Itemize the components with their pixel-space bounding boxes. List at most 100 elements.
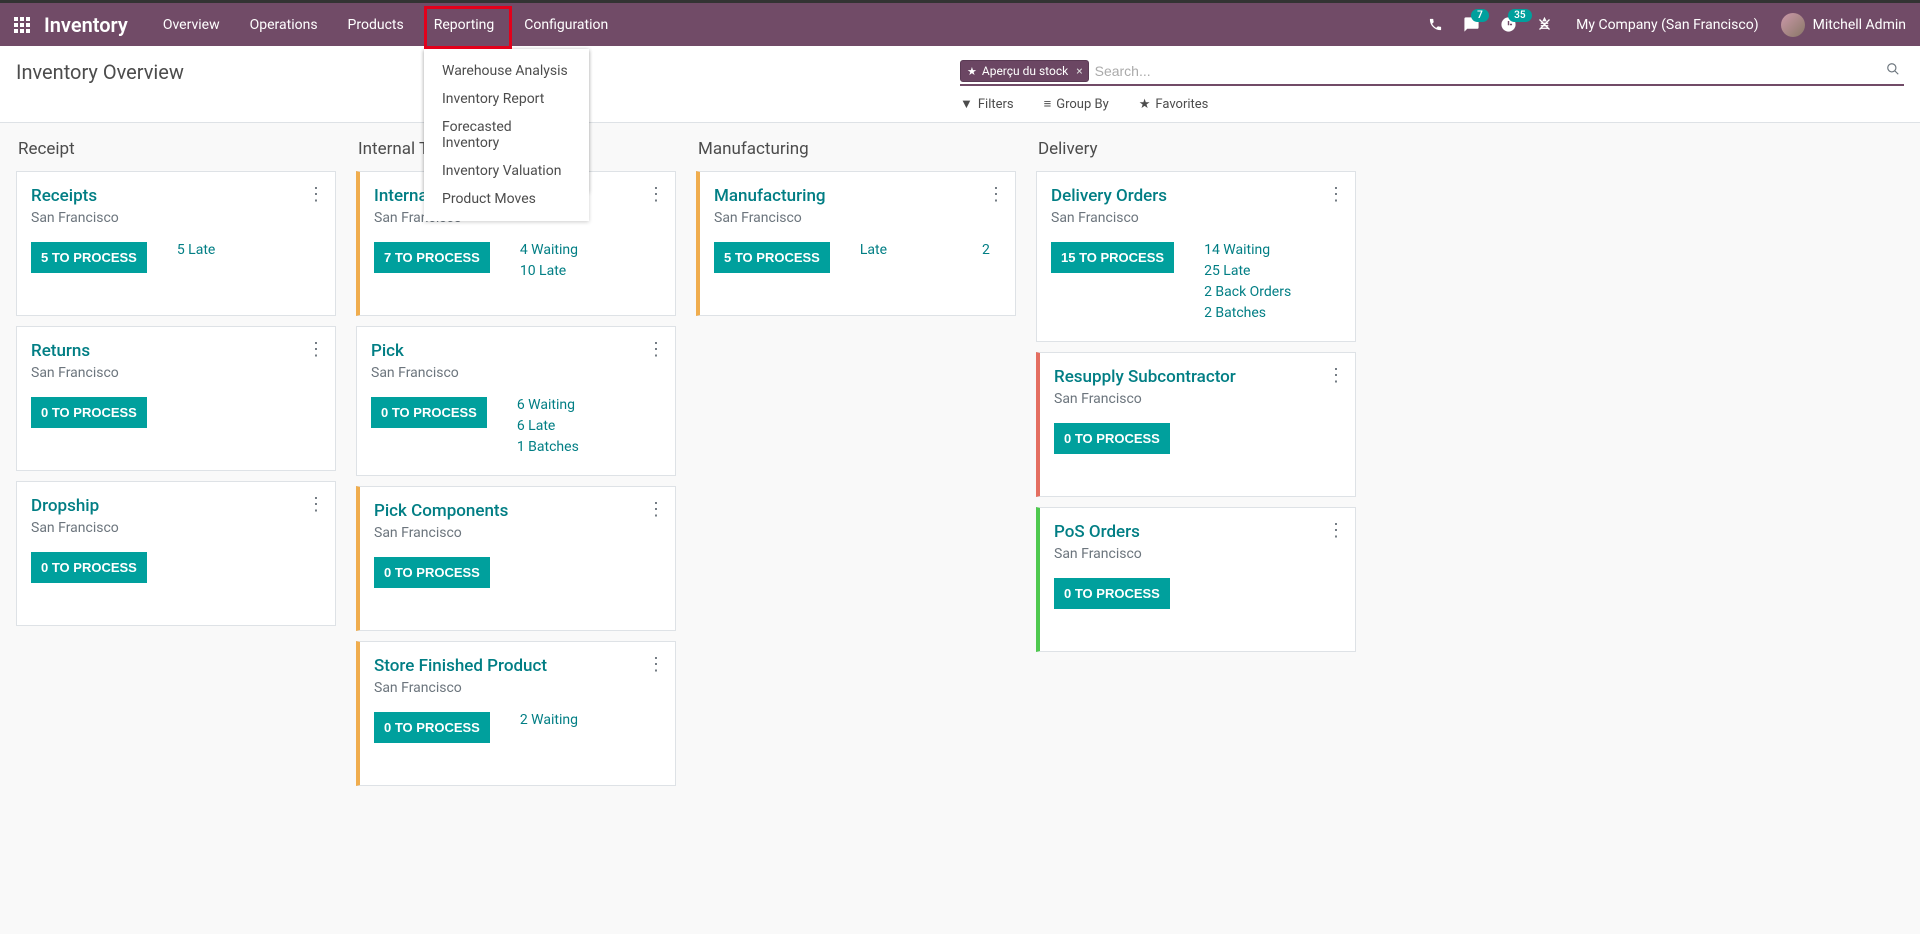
process-button[interactable]: 0 TO PROCESS <box>31 552 147 583</box>
process-button[interactable]: 0 TO PROCESS <box>374 557 490 588</box>
nav-configuration[interactable]: Configuration <box>509 2 623 48</box>
kebab-icon[interactable]: ⋮ <box>647 339 665 360</box>
kebab-icon[interactable]: ⋮ <box>1327 365 1345 386</box>
process-button[interactable]: 0 TO PROCESS <box>374 712 490 743</box>
kanban-column: Receipt⋮ReceiptsSan Francisco5 TO PROCES… <box>16 123 356 796</box>
card-subtitle: San Francisco <box>714 210 1001 226</box>
search-facet[interactable]: ★ Aperçu du stock × <box>960 60 1089 82</box>
card-subtitle: San Francisco <box>371 365 661 381</box>
kanban-column: Delivery⋮Delivery OrdersSan Francisco15 … <box>1036 123 1376 796</box>
card-stat-link[interactable]: 6 Late <box>517 418 579 434</box>
search-icon[interactable] <box>1882 62 1904 80</box>
kebab-icon[interactable]: ⋮ <box>1327 184 1345 205</box>
card-subtitle: San Francisco <box>374 680 661 696</box>
kebab-icon[interactable]: ⋮ <box>1327 520 1345 541</box>
filter-icon: ▼ <box>960 96 973 112</box>
kanban-card[interactable]: ⋮Delivery Orders San Francisco 15 TO PROCE… <box>1036 171 1356 342</box>
card-title[interactable]: PoS Orders <box>1054 522 1341 542</box>
process-button[interactable]: 0 TO PROCESS <box>371 397 487 428</box>
kanban-card[interactable]: ⋮PoS Orders San Francisco 0 TO PROCESS <box>1036 507 1356 652</box>
card-title[interactable]: Pick Components <box>374 501 661 521</box>
card-stat-link[interactable]: 2 Back Orders <box>1204 284 1291 300</box>
top-navbar: Inventory Overview Operations Products R… <box>0 0 1920 46</box>
nav-reporting[interactable]: Reporting <box>419 2 510 48</box>
process-button[interactable]: 5 TO PROCESS <box>714 242 830 273</box>
card-stat-link[interactable]: 6 Waiting <box>517 397 579 413</box>
card-stat-link[interactable]: 10 Late <box>520 263 578 279</box>
card-stat-link[interactable]: 14 Waiting <box>1204 242 1291 258</box>
process-button[interactable]: 5 TO PROCESS <box>31 242 147 273</box>
card-subtitle: San Francisco <box>31 365 321 381</box>
card-stat-link[interactable]: 5 Late <box>177 242 216 258</box>
kanban-card[interactable]: ⋮Manufacturing San Francisco 5 TO PROCESS L… <box>696 171 1016 316</box>
card-subtitle: San Francisco <box>1051 210 1341 226</box>
activities-icon[interactable]: 35 <box>1490 3 1527 46</box>
card-title[interactable]: Pick <box>371 341 661 361</box>
card-title[interactable]: Returns <box>31 341 321 361</box>
kanban-card[interactable]: ⋮Returns San Francisco 0 TO PROCESS <box>16 326 336 471</box>
dropdown-warehouse-analysis[interactable]: Warehouse Analysis <box>424 57 589 85</box>
filters-button[interactable]: ▼ Filters <box>960 96 1014 112</box>
card-stat-link[interactable]: 1 Batches <box>517 439 579 455</box>
card-subtitle: San Francisco <box>1054 391 1341 407</box>
close-icon[interactable]: × <box>1073 64 1082 78</box>
favorites-button[interactable]: ★ Favorites <box>1139 96 1209 112</box>
dropdown-forecasted-inventory[interactable]: Forecasted Inventory <box>424 113 589 157</box>
messages-icon[interactable]: 7 <box>1453 3 1490 46</box>
process-button[interactable]: 7 TO PROCESS <box>374 242 490 273</box>
kanban-card[interactable]: ⋮Receipts San Francisco 5 TO PROCESS 5 Late <box>16 171 336 316</box>
card-title[interactable]: Manufacturing <box>714 186 1001 206</box>
card-subtitle: San Francisco <box>1054 546 1341 562</box>
card-stat-link[interactable]: 4 Waiting <box>520 242 578 258</box>
list-icon: ≡ <box>1044 96 1052 112</box>
process-button[interactable]: 15 TO PROCESS <box>1051 242 1174 273</box>
card-title[interactable]: Resupply Subcontractor <box>1054 367 1341 387</box>
nav-products[interactable]: Products <box>333 2 419 48</box>
kebab-icon[interactable]: ⋮ <box>987 184 1005 205</box>
kebab-icon[interactable]: ⋮ <box>307 184 325 205</box>
card-title[interactable]: Delivery Orders <box>1051 186 1341 206</box>
process-button[interactable]: 0 TO PROCESS <box>1054 578 1170 609</box>
column-title: Manufacturing <box>696 123 1016 171</box>
brand-title[interactable]: Inventory <box>44 13 128 37</box>
kanban-card[interactable]: ⋮Store Finished Product San Francisco 0 TO… <box>356 641 676 786</box>
kanban-card[interactable]: ⋮Pick San Francisco 0 TO PROCESS 6 Waiting 6… <box>356 326 676 476</box>
dropdown-inventory-report[interactable]: Inventory Report <box>424 85 589 113</box>
search-input[interactable] <box>1095 63 1882 79</box>
process-button[interactable]: 0 TO PROCESS <box>1054 423 1170 454</box>
kebab-icon[interactable]: ⋮ <box>647 184 665 205</box>
dropdown-product-moves[interactable]: Product Moves <box>424 185 589 213</box>
kebab-icon[interactable]: ⋮ <box>307 339 325 360</box>
messages-badge: 7 <box>1471 9 1489 22</box>
control-panel: Inventory Overview ★ Aperçu du stock × ▼… <box>0 46 1920 123</box>
card-stat-link[interactable]: 2 Batches <box>1204 305 1291 321</box>
group-by-button[interactable]: ≡ Group By <box>1044 96 1109 112</box>
card-stat-link[interactable]: 25 Late <box>1204 263 1291 279</box>
phone-icon[interactable] <box>1418 3 1453 46</box>
apps-icon[interactable] <box>0 3 44 46</box>
search-bar[interactable]: ★ Aperçu du stock × <box>960 60 1904 86</box>
card-title[interactable]: Dropship <box>31 496 321 516</box>
process-button[interactable]: 0 TO PROCESS <box>31 397 147 428</box>
user-menu[interactable]: Mitchell Admin <box>1773 13 1920 37</box>
kanban-card[interactable]: ⋮DropshipSan Francisco0 TO PROCESS <box>16 481 336 626</box>
avatar <box>1781 13 1805 37</box>
card-title[interactable]: Store Finished Product <box>374 656 661 676</box>
nav-operations[interactable]: Operations <box>235 2 333 48</box>
card-stat-link[interactable]: 2 Waiting <box>520 712 578 728</box>
company-selector[interactable]: My Company (San Francisco) <box>1562 17 1772 33</box>
star-icon: ★ <box>967 65 977 78</box>
dropdown-inventory-valuation[interactable]: Inventory Valuation <box>424 157 589 185</box>
kanban-column: Internal Transfer⋮Internal TransfersSan … <box>356 123 696 796</box>
kebab-icon[interactable]: ⋮ <box>647 654 665 675</box>
kanban-card[interactable]: ⋮Resupply Subcontractor San Francisco 0 TO… <box>1036 352 1356 497</box>
star-icon: ★ <box>1139 97 1151 112</box>
card-subtitle: San Francisco <box>31 210 321 226</box>
card-title[interactable]: Receipts <box>31 186 321 206</box>
debug-icon[interactable] <box>1527 3 1562 46</box>
kebab-icon[interactable]: ⋮ <box>307 494 325 515</box>
nav-overview[interactable]: Overview <box>148 2 235 48</box>
kanban-card[interactable]: ⋮Pick ComponentsSan Francisco0 TO PROCES… <box>356 486 676 631</box>
kebab-icon[interactable]: ⋮ <box>647 499 665 520</box>
card-stat-link[interactable]: Late2 <box>860 242 990 258</box>
